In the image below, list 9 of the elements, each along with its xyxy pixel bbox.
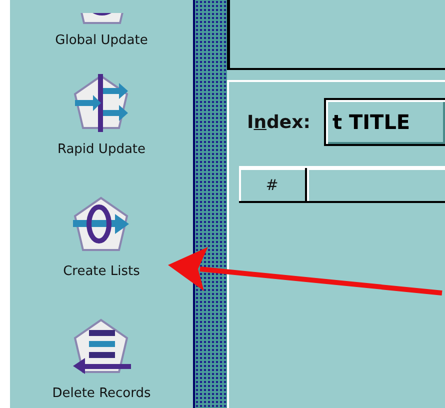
column-header[interactable]: #: [239, 168, 307, 203]
index-label: Index:: [247, 112, 310, 132]
sidebar-item-label[interactable]: Delete Records: [52, 386, 151, 401]
sidebar-item-label[interactable]: Rapid Update: [57, 142, 146, 157]
column-header[interactable]: [307, 168, 445, 203]
index-field[interactable]: t TITLE: [324, 98, 445, 146]
splitter[interactable]: [193, 0, 227, 408]
sidebar-item-label[interactable]: Global Update: [55, 33, 148, 48]
sidebar-item-label[interactable]: Create Lists: [63, 264, 140, 279]
